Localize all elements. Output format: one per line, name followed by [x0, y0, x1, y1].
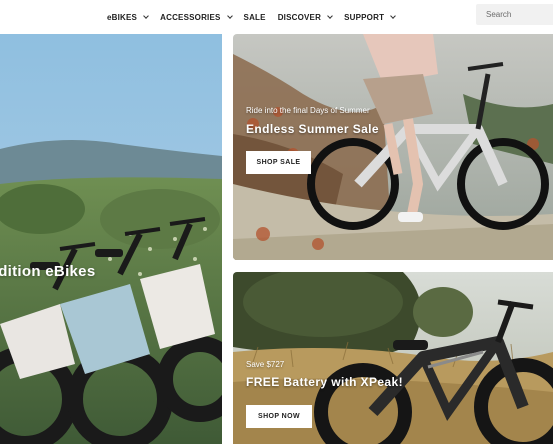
battery-promo-title: FREE Battery with XPeak! — [246, 375, 403, 389]
chevron-down-icon — [390, 12, 396, 19]
summer-sale-title: Endless Summer Sale — [246, 122, 379, 136]
main-nav: eBIKES ACCESSORIES SALE DISCOVER SUPPORT — [107, 0, 407, 34]
shop-now-button[interactable]: SHOP NOW — [246, 405, 312, 428]
battery-promo-banner[interactable]: Save $727 FREE Battery with XPeak! SHOP … — [233, 272, 553, 444]
limited-edition-image — [0, 34, 222, 444]
nav-support[interactable]: SUPPORT — [344, 12, 396, 22]
nav-support-label: SUPPORT — [344, 12, 385, 22]
shop-sale-button[interactable]: SHOP SALE — [246, 151, 311, 174]
nav-ebikes[interactable]: eBIKES — [107, 12, 149, 22]
nav-accessories-label: ACCESSORIES — [160, 12, 221, 22]
summer-sale-image — [233, 34, 553, 260]
nav-accessories[interactable]: ACCESSORIES — [160, 12, 233, 22]
limited-edition-banner[interactable]: Limited Edition eBikes — [0, 34, 222, 444]
summer-sale-subtitle: Ride into the final Days of Summer — [246, 106, 370, 115]
left-banner-title: Limited Edition eBikes — [0, 263, 96, 280]
search-input[interactable] — [476, 4, 553, 25]
nav-discover-label: DISCOVER — [277, 12, 322, 22]
chevron-down-icon — [226, 12, 233, 19]
nav-sale[interactable]: SALE — [244, 13, 266, 22]
nav-discover[interactable]: DISCOVER — [277, 12, 333, 22]
battery-promo-subtitle: Save $727 — [246, 360, 285, 369]
chevron-down-icon — [327, 12, 333, 19]
summer-sale-banner[interactable]: Ride into the final Days of Summer Endle… — [233, 34, 553, 260]
nav-ebikes-label: eBIKES — [107, 12, 138, 22]
nav-sale-label: SALE — [243, 12, 266, 22]
site-header: eBIKES ACCESSORIES SALE DISCOVER SUPPORT — [0, 0, 553, 34]
chevron-down-icon — [143, 12, 149, 19]
